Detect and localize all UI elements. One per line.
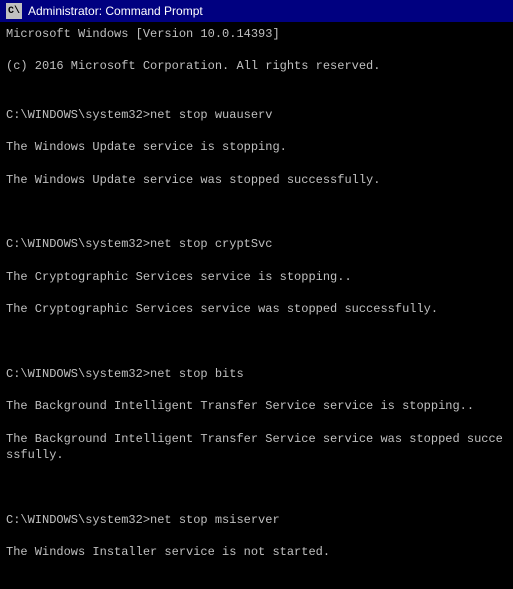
terminal-line: C:\WINDOWS\system32>net stop cryptSvc — [6, 236, 507, 252]
terminal-line: The Windows Installer service is not sta… — [6, 544, 507, 560]
title-bar-text: Administrator: Command Prompt — [28, 4, 203, 18]
terminal-line: The Windows Update service is stopping. — [6, 139, 507, 155]
terminal-body[interactable]: Microsoft Windows [Version 10.0.14393] (… — [0, 22, 513, 589]
terminal-line: C:\WINDOWS\system32>net stop wuauserv — [6, 107, 507, 123]
terminal-line: The Cryptographic Services service is st… — [6, 269, 507, 285]
terminal-line: C:\WINDOWS\system32>net stop msiserver — [6, 512, 507, 528]
terminal-line: The Background Intelligent Transfer Serv… — [6, 398, 507, 414]
terminal-line: C:\WINDOWS\system32>net stop bits — [6, 366, 507, 382]
terminal-line: The Windows Update service was stopped s… — [6, 172, 507, 188]
terminal-line: The Background Intelligent Transfer Serv… — [6, 431, 507, 463]
terminal-line: (c) 2016 Microsoft Corporation. All righ… — [6, 58, 507, 74]
terminal-line: Microsoft Windows [Version 10.0.14393] — [6, 26, 507, 42]
title-bar-icon: C\ — [6, 3, 22, 19]
title-bar: C\ Administrator: Command Prompt — [0, 0, 513, 22]
terminal-line: The Cryptographic Services service was s… — [6, 301, 507, 317]
